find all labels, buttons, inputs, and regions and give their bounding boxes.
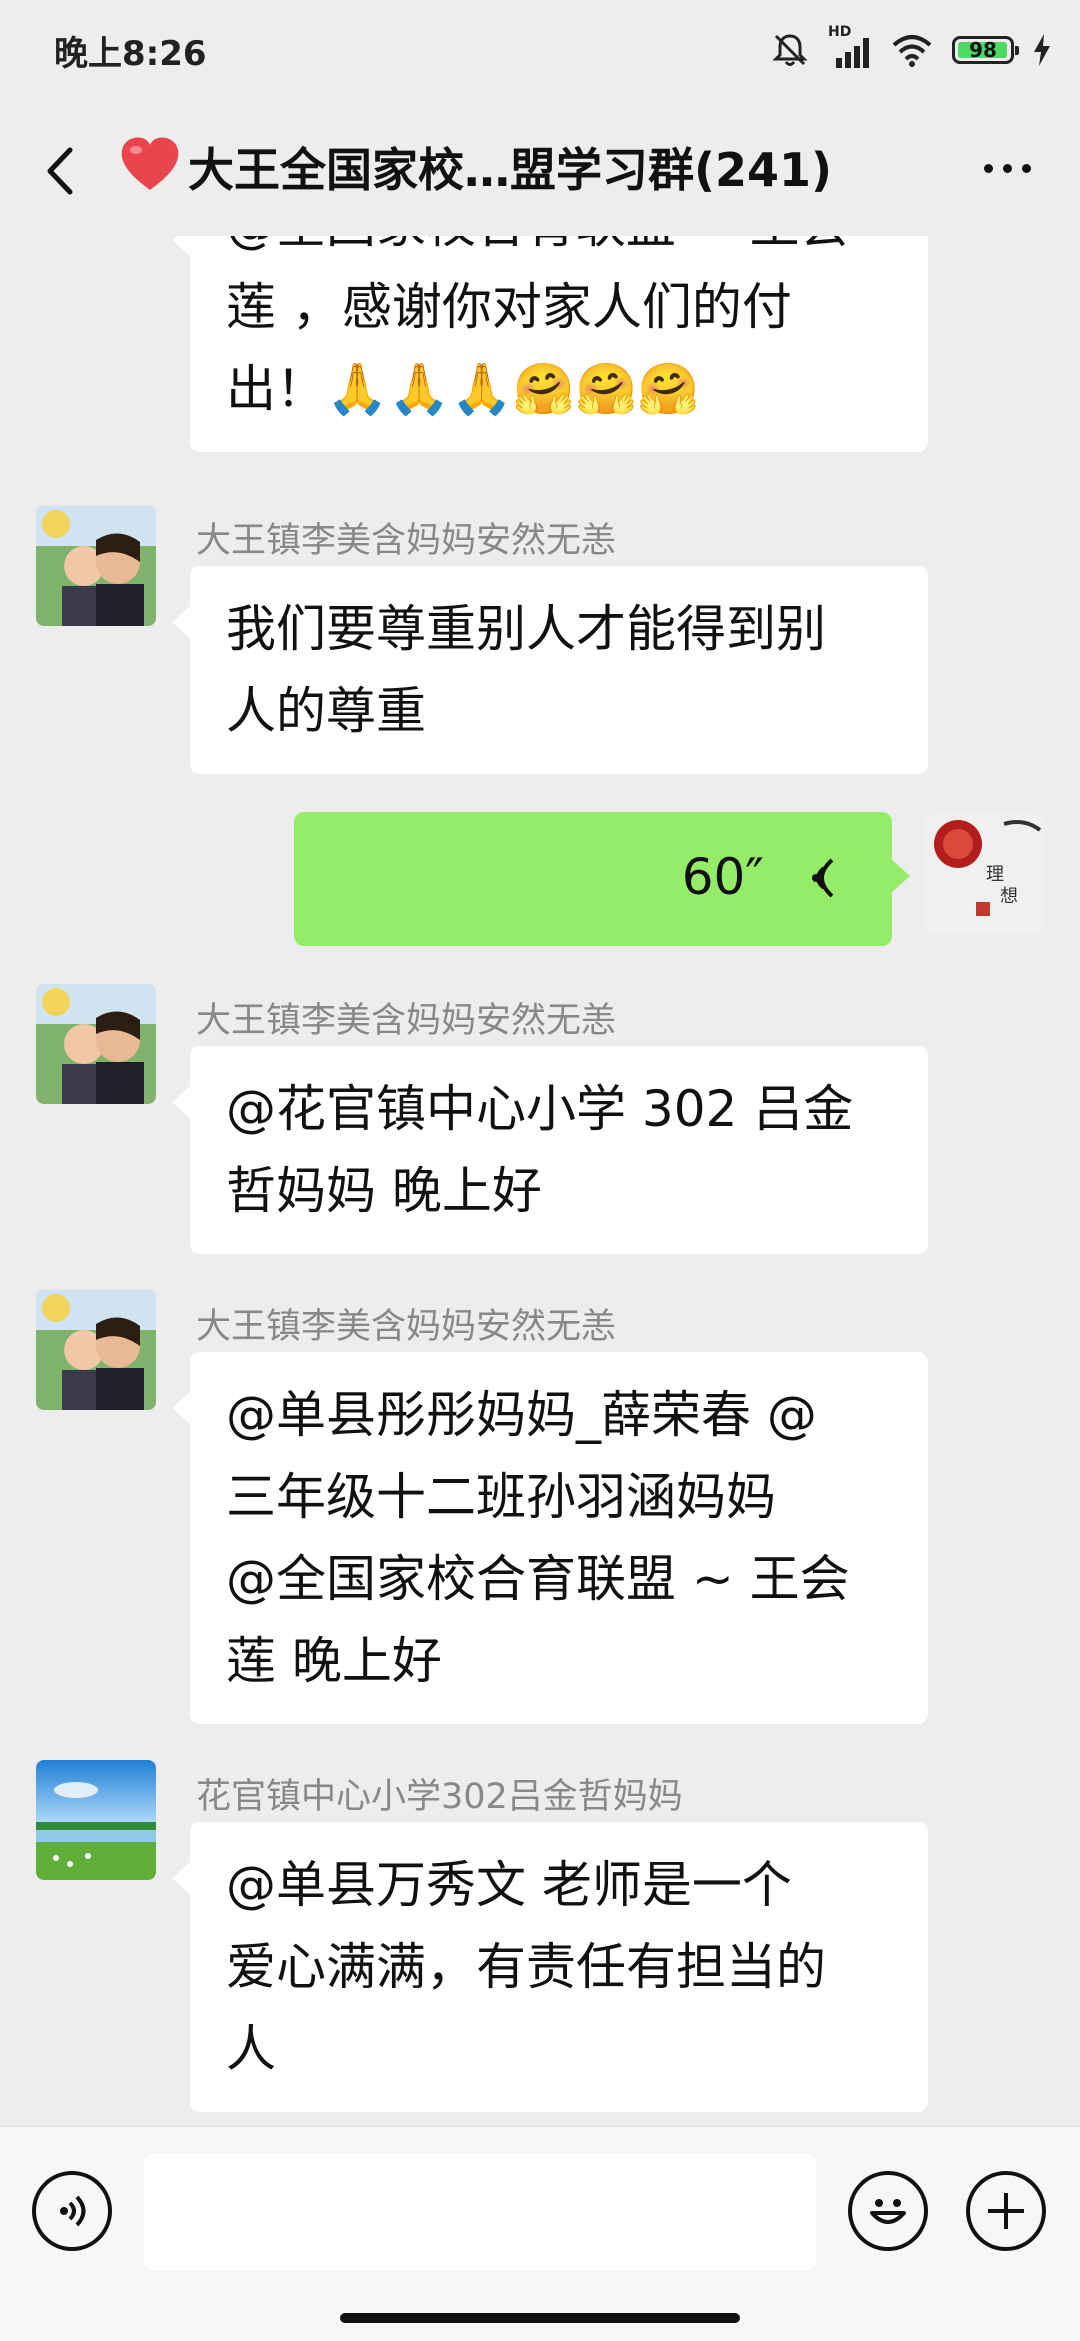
voice-message-bubble[interactable]: 60″ xyxy=(294,812,910,946)
message-bubble[interactable]: @全国家校合育联盟 ~ 王会 莲 ，感谢你对家人们的付 出！🙏🙏🙏🤗🤗🤗 xyxy=(172,236,928,452)
sender-avatar[interactable] xyxy=(36,1760,156,1880)
status-bar: 晚上8:26 HD 98 xyxy=(0,0,1080,96)
message-line: 人 xyxy=(226,2020,276,2078)
message-line: 莲 晚上好 xyxy=(226,1632,442,1690)
chat-header: 大王全国家校…盟学习群(241) xyxy=(0,100,1080,236)
voice-duration: 60″ xyxy=(681,848,764,906)
message-line: @单县万秀文 老师是一个 xyxy=(226,1856,792,1914)
message-line: @全国家校合育联盟 ~ 王会 xyxy=(226,236,892,266)
red-heart-icon xyxy=(121,137,179,190)
message-line: 我们要尊重别人才能得到别 xyxy=(226,600,826,658)
svg-text:理: 理 xyxy=(986,864,1004,885)
battery-percent: 98 xyxy=(969,38,997,62)
more-dot xyxy=(1021,163,1031,173)
message-line: @单县彤彤妈妈_薛荣春 @ xyxy=(226,1386,817,1444)
voice-wave-icon xyxy=(812,858,834,898)
svg-text:想: 想 xyxy=(1000,886,1018,907)
sender-avatar[interactable] xyxy=(36,506,156,626)
message-line: 哲妈妈 晚上好 xyxy=(226,1162,542,1220)
message-bubble[interactable]: @单县万秀文 老师是一个 爱心满满，有责任有担当的 人 xyxy=(172,1822,928,2112)
sender-avatar[interactable] xyxy=(36,1290,156,1410)
status-icons: HD 98 xyxy=(770,24,1052,72)
avatar-photo-icon xyxy=(36,1290,156,1410)
more-dot xyxy=(983,163,993,173)
signal-icon: HD xyxy=(828,24,872,70)
back-button[interactable] xyxy=(36,136,86,206)
message-line: @花官镇中心小学 302 吕金 xyxy=(226,1080,854,1138)
chat-message-list[interactable]: @全国家校合育联盟 ~ 王会 莲 ，感谢你对家人们的付 出！🙏🙏🙏🤗🤗🤗 大王镇… xyxy=(0,236,1080,2126)
add-icon xyxy=(988,2193,1024,2229)
message-line: 莲 ，感谢你对家人们的付 xyxy=(226,278,792,336)
sender-name: 花官镇中心小学302吕金哲妈妈 xyxy=(196,1777,683,1817)
sender-name: 大王镇李美含妈妈安然无恙 xyxy=(196,521,617,561)
voice-input-icon xyxy=(60,2195,86,2227)
message-bubble[interactable]: @单县彤彤妈妈_薛荣春 @ 三年级十二班孙羽涵妈妈 @全国家校合育联盟 ~ 王会… xyxy=(172,1352,928,1724)
wifi-icon xyxy=(892,35,932,67)
bell-muted-icon xyxy=(772,34,808,66)
message-line: @全国家校合育联盟 ~ 王会 xyxy=(226,1550,850,1608)
more-dot xyxy=(1002,163,1012,173)
message-line: 人的尊重 xyxy=(226,682,426,740)
message-line: 出！🙏🙏🙏🤗🤗🤗 xyxy=(226,360,700,418)
sender-name: 大王镇李美含妈妈安然无恙 xyxy=(196,1001,617,1041)
charging-icon xyxy=(1034,34,1050,66)
emoji-icon xyxy=(870,2199,906,2224)
avatar-photo-icon xyxy=(36,506,156,626)
chat-title: 大王全国家校…盟学习群(241) xyxy=(188,143,833,197)
message-bubble[interactable]: 我们要尊重别人才能得到别 人的尊重 xyxy=(172,566,928,774)
avatar-landscape-icon xyxy=(36,1760,156,1880)
sender-name: 大王镇李美含妈妈安然无恙 xyxy=(196,1307,617,1347)
battery-icon: 98 xyxy=(952,36,1019,64)
message-bubble[interactable]: @花官镇中心小学 302 吕金 哲妈妈 晚上好 xyxy=(172,1046,928,1254)
home-indicator[interactable] xyxy=(340,2313,740,2323)
back-chevron-icon xyxy=(47,147,73,195)
sender-avatar[interactable] xyxy=(36,984,156,1104)
more-options-button[interactable] xyxy=(962,138,1052,198)
network-type-label: HD xyxy=(828,24,852,40)
self-avatar[interactable]: 理 想 xyxy=(924,814,1044,934)
avatar-photo-icon xyxy=(36,984,156,1104)
voice-input-button[interactable] xyxy=(32,2171,112,2251)
add-button[interactable] xyxy=(966,2171,1046,2251)
message-line: 三年级十二班孙羽涵妈妈 xyxy=(226,1468,776,1526)
message-text-input[interactable] xyxy=(144,2153,816,2271)
status-time: 晚上8:26 xyxy=(54,34,207,74)
message-line: 爱心满满，有责任有担当的 xyxy=(226,1938,826,1996)
avatar-photo-icon: 理 想 xyxy=(924,814,1044,934)
emoji-button[interactable] xyxy=(848,2171,928,2251)
message-input-bar xyxy=(0,2126,1080,2341)
